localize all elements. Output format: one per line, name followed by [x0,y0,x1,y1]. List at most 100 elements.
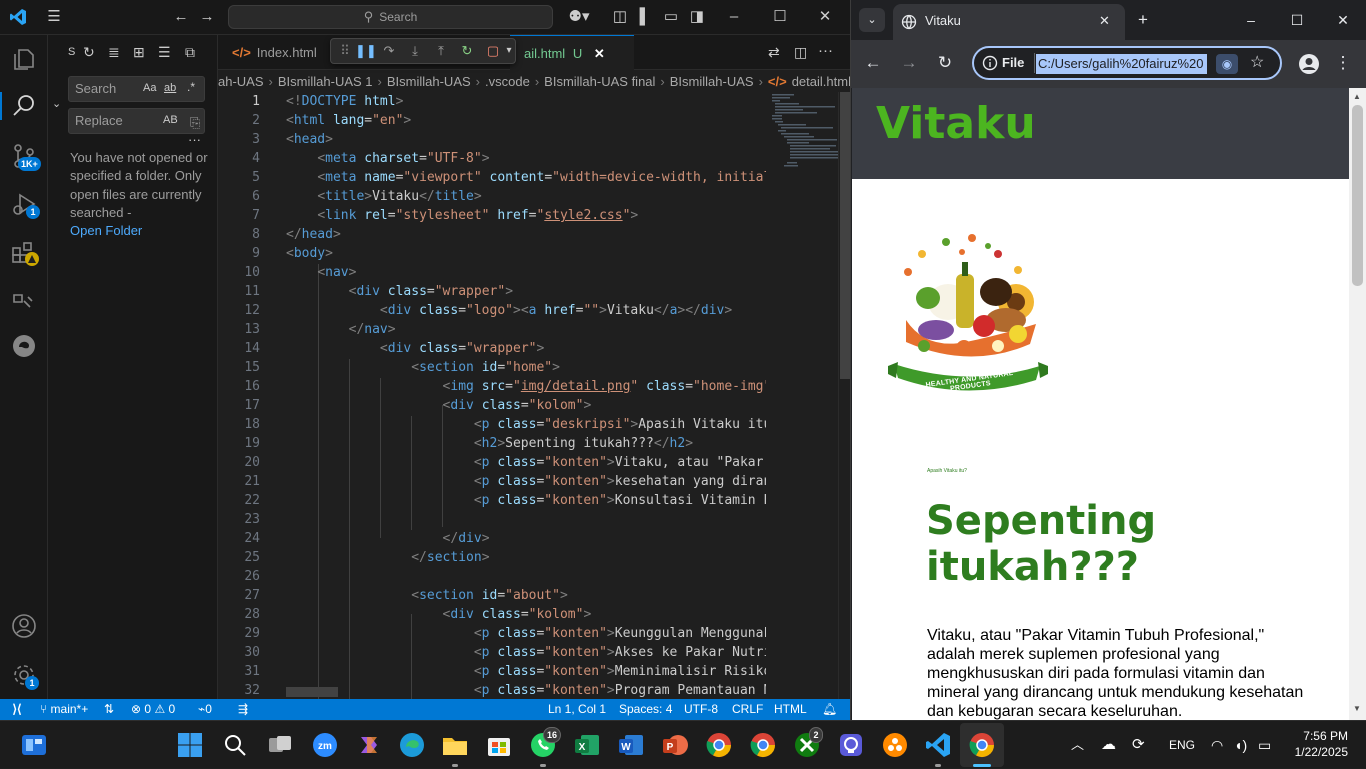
toggle-secondary-sidebar-icon[interactable]: ◨ [688,8,706,26]
edge-devtools-icon[interactable] [10,332,38,360]
stop-icon[interactable]: ▢ [485,43,501,59]
drag-handle-icon[interactable]: ⠿ [337,43,353,59]
clock[interactable]: 7:56 PM 1/22/2025 [1292,728,1348,760]
scroll-up-arrow-icon[interactable]: ▲ [1353,92,1361,101]
collapse-all-icon[interactable]: ⧉ [185,44,195,61]
live-share-icon[interactable]: ⇶ [238,699,248,720]
accounts-icon[interactable] [10,612,38,640]
search-view-icon[interactable] [10,92,38,120]
maximize-icon[interactable]: ☐ [1285,8,1309,32]
step-out-icon[interactable]: ⤒ [433,43,449,59]
eol-status[interactable]: CRLF [732,699,763,720]
wifi-icon[interactable]: ◠ [1211,721,1223,769]
remote-explorer-icon[interactable] [10,287,38,315]
start-windows-icon[interactable] [176,731,204,759]
menu-icon[interactable]: ☰ [45,8,63,26]
edge-browser-icon[interactable] [398,731,426,759]
site-info-icon[interactable] [982,55,998,71]
forward-arrow-icon[interactable]: → [897,51,921,75]
scrollbar-thumb[interactable] [840,92,850,379]
breadcrumb-item[interactable]: .vscode [485,74,530,89]
clear-results-icon[interactable]: ≣ [108,44,120,61]
page-scrollbar[interactable]: ▲ ▼ [1349,88,1366,720]
toggle-panel-icon[interactable]: ▭ [662,8,680,26]
breadcrumb-item[interactable]: BIsmillah-UAS final [544,74,655,89]
editor-more-actions-icon[interactable]: ··· [818,42,833,59]
language-mode[interactable]: HTML [774,699,807,720]
breadcrumb-item[interactable]: BIsmillah-UAS [670,74,754,89]
chrome-menu-icon[interactable]: ⋮ [1331,51,1355,75]
tab-index-html[interactable]: </> Index.html [218,35,330,70]
settings-gear-icon[interactable]: 1 [10,661,39,690]
minimize-icon[interactable]: – [725,8,743,26]
new-tab-plus-icon[interactable]: + [1131,8,1155,32]
xbox-icon[interactable]: 2 [793,727,823,759]
remote-indicator-icon[interactable]: ⟩⟨ [0,699,34,720]
powerpoint-icon[interactable]: P [661,731,689,759]
editor-horizontal-scrollbar-thumb[interactable] [286,687,338,697]
encoding-status[interactable]: UTF-8 [684,699,718,720]
command-center-search[interactable]: ⚲ Search [228,5,553,29]
google-lens-icon[interactable]: ◉ [1216,54,1238,74]
toggle-replace-chevron-icon[interactable]: ⌄ [52,97,61,110]
site-logo-link[interactable]: Vitaku [876,98,1036,149]
profile-avatar-icon[interactable] [1297,52,1321,76]
cursor-position[interactable]: Ln 1, Col 1 [548,699,606,720]
reload-icon[interactable]: ↻ [933,51,957,75]
preserve-case-toggle[interactable]: AB [163,114,178,126]
bookmark-star-icon[interactable]: ☆ [1250,52,1264,72]
explorer-icon[interactable] [10,45,38,73]
breadcrumb-item[interactable]: ah-UAS [218,74,264,89]
chrome-profile-2-icon[interactable] [749,731,777,759]
indentation-status[interactable]: Spaces: 4 [619,699,672,720]
run-debug-icon[interactable]: 1 [10,191,40,219]
step-over-icon[interactable]: ↷ [381,43,397,59]
back-arrow-icon[interactable]: ← [861,51,885,75]
new-search-editor-icon[interactable]: ⊞ [133,44,145,61]
replace-input[interactable]: Replace AB [68,108,205,134]
tab-close-icon[interactable]: ✕ [1099,4,1110,38]
regex-toggle-icon[interactable]: .* [187,80,195,94]
more-options-icon[interactable]: ··· [188,132,201,147]
sync-icon[interactable]: ⇅ [104,699,114,720]
open-folder-link[interactable]: Open Folder [70,223,142,238]
minimize-icon[interactable]: – [1239,8,1263,32]
split-editor-icon[interactable]: ◫ [794,44,807,61]
url-text-selected[interactable]: C:/Users/galih%20fairuz%20 [1036,54,1207,74]
tab-detail-html[interactable]: ail.html U ✕ [510,35,634,70]
vscode-logo-icon[interactable] [9,8,27,26]
widgets-icon[interactable] [20,731,48,759]
chrome-tab-vitaku[interactable]: Vitaku ✕ [893,4,1125,40]
search-icon[interactable] [221,731,249,759]
file-explorer-icon[interactable] [441,731,469,759]
forward-arrow-icon[interactable]: → [198,8,216,26]
show-hidden-icons-chevron-icon[interactable]: ︿ [1071,721,1084,769]
figma-like-app-icon[interactable] [881,731,909,759]
close-icon[interactable]: ✕ [816,8,834,26]
microsoft-store-icon[interactable] [485,731,513,759]
step-into-icon[interactable]: ⤓ [407,43,423,59]
address-bar[interactable]: File C:/Users/galih%20fairuz%20 ◉ ☆ [972,46,1282,80]
code-editor[interactable]: 1 <!DOCTYPE html> 2 <html lang="en"> 3 <head>… [218,92,766,699]
stop-dropdown-icon[interactable]: ▾ [501,43,517,59]
tab-search-chevron-icon[interactable]: ⌄ [859,8,885,32]
breadcrumb-item[interactable]: BIsmillah-UAS 1 [278,74,373,89]
volume-icon[interactable]: ◖) [1234,721,1247,769]
scrollbar-thumb[interactable] [1352,105,1363,286]
close-icon[interactable]: ✕ [1331,8,1355,32]
vscode-taskbar-icon[interactable] [924,731,952,759]
replace-all-icon[interactable]: ⎘ [190,115,200,131]
branch-status[interactable]: ⑂ main*+ [40,699,88,720]
problems-status[interactable]: ⊗ 0 ⚠ 0 [131,699,175,720]
pause-icon[interactable]: ❚❚ [355,43,377,59]
open-changes-icon[interactable]: ⇄ [768,44,780,61]
view-as-tree-icon[interactable]: ☰ [158,44,171,61]
task-view-icon[interactable] [266,731,294,759]
ports-status[interactable]: ⌁0 [198,699,212,720]
match-case-toggle[interactable]: Aa [143,82,156,94]
match-whole-word-toggle[interactable]: ab [164,82,176,94]
breadcrumb-item[interactable]: detail.html [792,74,850,89]
maximize-icon[interactable]: ☐ [771,8,789,26]
battery-icon[interactable]: ▭ [1258,721,1271,769]
excel-icon[interactable]: X [573,731,601,759]
